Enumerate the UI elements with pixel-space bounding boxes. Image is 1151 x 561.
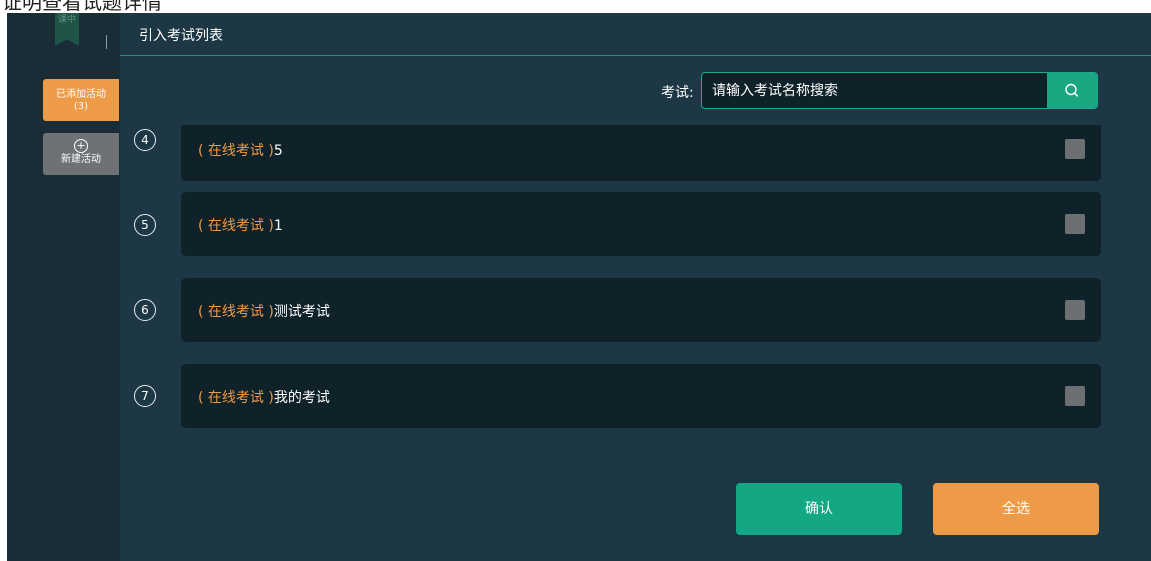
search-button[interactable] bbox=[1047, 73, 1097, 108]
confirm-button[interactable]: 确认 bbox=[736, 483, 902, 535]
exam-checkbox[interactable] bbox=[1065, 386, 1085, 406]
exam-checkbox[interactable] bbox=[1065, 300, 1085, 320]
search-box bbox=[701, 72, 1098, 109]
exam-list: 4 ( 在线考试 )5 5 ( 在线考试 )1 6 ( 在线考试 )测试考试 7… bbox=[120, 125, 1151, 455]
exam-type-label: ( 在线考试 ) bbox=[198, 218, 274, 234]
exam-checkbox[interactable] bbox=[1065, 139, 1085, 159]
added-activities-count: (3) bbox=[73, 101, 89, 112]
row-number: 6 bbox=[134, 299, 156, 321]
exam-row-text: ( 在线考试 )我的考试 bbox=[198, 387, 330, 407]
page-top-text: 证明查看试题详情 bbox=[2, 0, 162, 14]
dialog-header: 引入考试列表 bbox=[120, 13, 1151, 56]
exam-type-label: ( 在线考试 ) bbox=[198, 143, 274, 159]
bookmark-badge: 课中 bbox=[55, 13, 79, 46]
sidebar: 课中 已添加活动 (3) + 新建活动 bbox=[7, 13, 120, 561]
search-label: 考试: bbox=[661, 85, 694, 101]
search-icon bbox=[1065, 83, 1079, 97]
dialog-title: 引入考试列表 bbox=[139, 28, 223, 44]
sidebar-divider bbox=[106, 35, 107, 49]
exam-row-text: ( 在线考试 )5 bbox=[198, 140, 283, 160]
exam-row[interactable]: ( 在线考试 )1 bbox=[181, 192, 1101, 256]
exam-row[interactable]: ( 在线考试 )测试考试 bbox=[181, 278, 1101, 342]
new-activity-label: 新建活动 bbox=[61, 154, 101, 165]
exam-name: 1 bbox=[273, 218, 283, 234]
exam-row-text: ( 在线考试 )1 bbox=[198, 215, 283, 235]
exam-import-dialog: 课中 已添加活动 (3) + 新建活动 引入考试列表 考试: 4 ( 在线考试 … bbox=[7, 13, 1151, 561]
exam-row-text: ( 在线考试 )测试考试 bbox=[198, 301, 330, 321]
added-activities-label: 已添加活动 bbox=[56, 89, 106, 100]
exam-type-label: ( 在线考试 ) bbox=[198, 390, 274, 406]
exam-name: 测试考试 bbox=[273, 304, 330, 320]
exam-row[interactable]: ( 在线考试 )我的考试 bbox=[181, 364, 1101, 428]
added-activities-button[interactable]: 已添加活动 (3) bbox=[43, 79, 119, 121]
exam-name: 5 bbox=[273, 143, 283, 159]
exam-row[interactable]: ( 在线考试 )5 bbox=[181, 125, 1101, 181]
search-input[interactable] bbox=[702, 73, 1047, 108]
row-number: 7 bbox=[134, 385, 156, 407]
row-number: 4 bbox=[134, 129, 156, 151]
row-number: 5 bbox=[134, 214, 156, 236]
select-all-button[interactable]: 全选 bbox=[933, 483, 1099, 535]
exam-name: 我的考试 bbox=[273, 390, 330, 406]
plus-circle-icon: + bbox=[74, 139, 88, 153]
exam-checkbox[interactable] bbox=[1065, 214, 1085, 234]
exam-type-label: ( 在线考试 ) bbox=[198, 304, 274, 320]
new-activity-button[interactable]: + 新建活动 bbox=[43, 133, 119, 175]
